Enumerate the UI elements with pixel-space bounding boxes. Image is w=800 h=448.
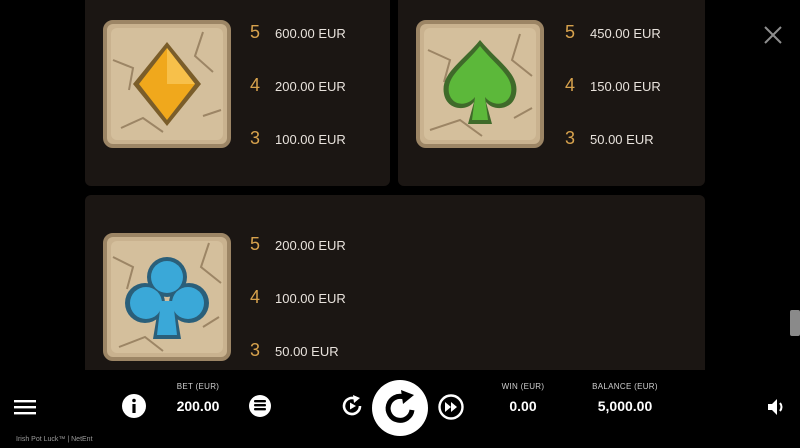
balance-value: 5,000.00 [597,398,653,414]
pay-count: 4 [250,75,261,95]
pay-count: 5 [250,22,261,42]
fast-forward-icon[interactable] [438,394,464,420]
pay-count: 3 [565,128,576,148]
spade-symbol-icon [416,20,544,148]
spin-button[interactable] [372,380,428,436]
bet-label: BET (EUR) [176,382,220,391]
pay-row: 4 200.00 EUR [250,75,346,96]
coin-stack-icon[interactable] [249,395,271,417]
pay-value: 450.00 EUR [590,26,661,41]
menu-icon[interactable] [14,399,36,415]
pay-value: 50.00 EUR [590,132,654,147]
pay-row: 5 200.00 EUR [250,234,346,255]
scrollbar-thumb[interactable] [790,310,800,336]
pay-count: 5 [565,22,576,42]
pay-count: 3 [250,128,261,148]
balance-label: BALANCE (EUR) [592,382,658,391]
pay-count: 4 [565,75,576,95]
paytable-panel-spade: 5 450.00 EUR 4 150.00 EUR 3 50.00 EUR [398,0,705,186]
pay-value: 150.00 EUR [590,79,661,94]
win-label: WIN (EUR) [501,382,545,391]
diamond-symbol-icon [103,20,231,148]
pay-row: 3 50.00 EUR [250,340,339,361]
pay-value: 50.00 EUR [275,344,339,359]
footer-game-title: Irish Pot Luck™ | NetEnt [16,436,93,443]
pay-count: 3 [250,340,261,360]
sound-icon[interactable] [767,398,787,416]
bet-value: 200.00 [176,398,220,414]
club-symbol-icon [103,233,231,361]
autoplay-icon[interactable] [340,394,364,418]
pay-row: 5 450.00 EUR [565,22,661,43]
win-value: 0.00 [509,398,537,414]
pay-row: 4 100.00 EUR [250,287,346,308]
pay-count: 4 [250,287,261,307]
paytable-panel-diamond: 5 600.00 EUR 4 200.00 EUR 3 100.00 EUR [85,0,390,186]
pay-row: 3 50.00 EUR [565,128,654,149]
pay-value: 200.00 EUR [275,238,346,253]
info-icon[interactable] [122,394,146,418]
spin-icon [385,390,415,423]
pay-row: 3 100.00 EUR [250,128,346,149]
pay-value: 100.00 EUR [275,291,346,306]
pay-value: 100.00 EUR [275,132,346,147]
pay-value: 200.00 EUR [275,79,346,94]
pay-row: 4 150.00 EUR [565,75,661,96]
pay-row: 5 600.00 EUR [250,22,346,43]
pay-count: 5 [250,234,261,254]
paytable-panel-club: 5 200.00 EUR 4 100.00 EUR 3 50.00 EUR [85,195,705,370]
close-icon[interactable] [762,24,784,46]
pay-value: 600.00 EUR [275,26,346,41]
